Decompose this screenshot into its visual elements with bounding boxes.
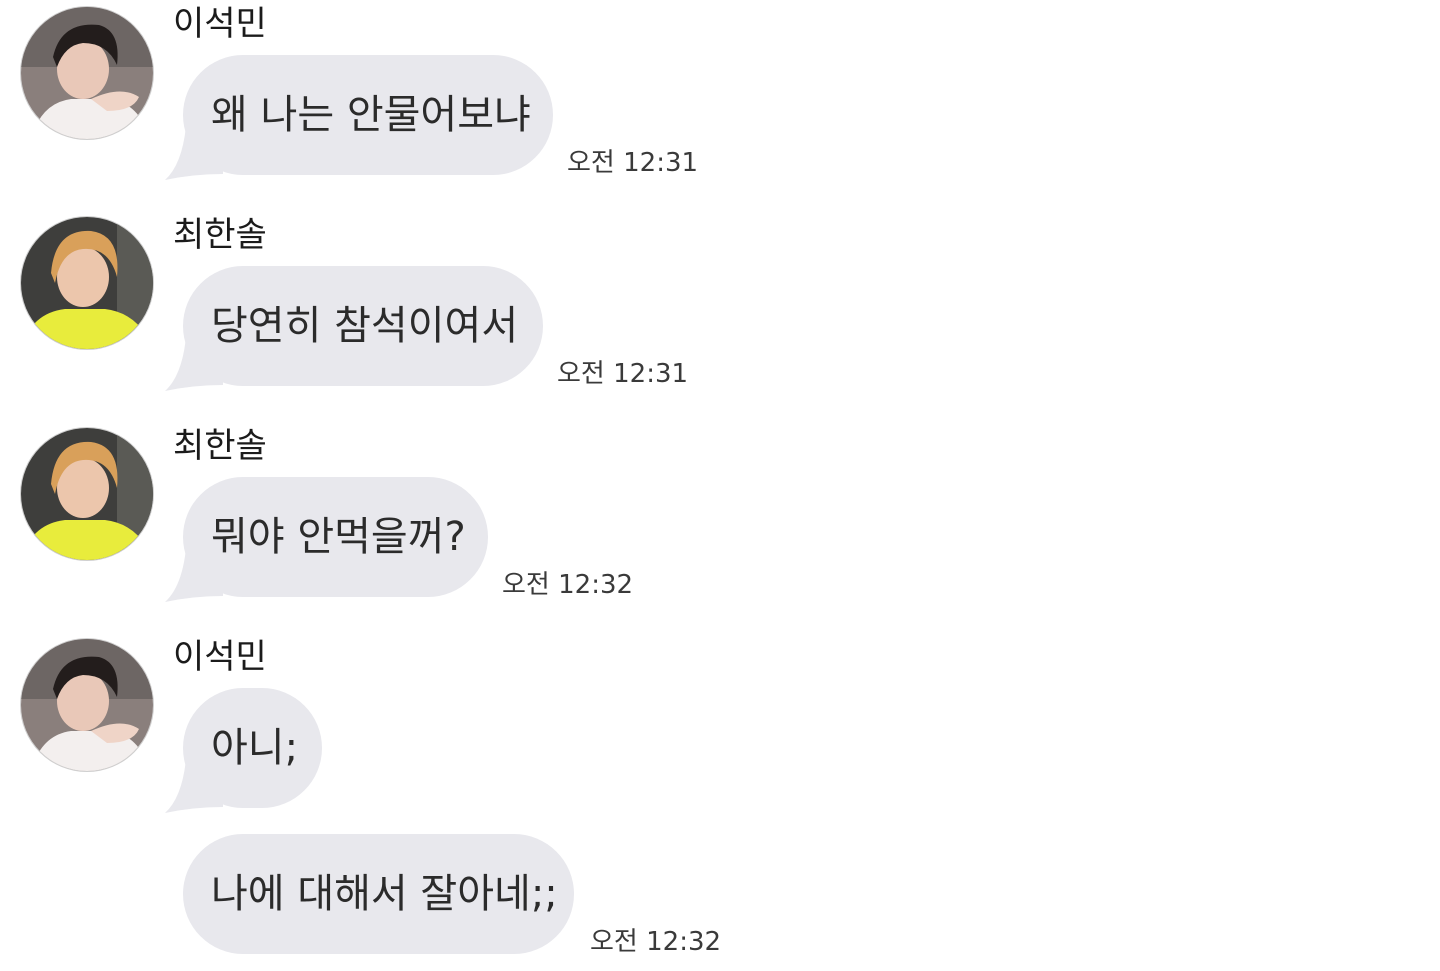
message-text: 나에 대해서 잘아네;; (211, 871, 558, 917)
sender-name: 이석민 (173, 637, 267, 677)
sender-name: 이석민 (173, 4, 267, 44)
message-bubble[interactable]: 당연히 참석이여서 (183, 266, 543, 386)
message-timestamp: 오전 12:32 (590, 927, 722, 957)
message-text: 당연히 참석이여서 (211, 303, 519, 349)
message-bubble[interactable]: 아니; (183, 688, 322, 808)
avatar-hansol[interactable] (21, 217, 153, 349)
avatar-seokmin[interactable] (21, 639, 153, 771)
message-bubble[interactable]: 나에 대해서 잘아네;; (183, 834, 574, 954)
message-text: 아니; (211, 725, 299, 771)
message-text: 뭐야 안먹을꺼? (211, 514, 466, 560)
message-bubble[interactable]: 뭐야 안먹을꺼? (183, 477, 488, 597)
avatar-seokmin[interactable] (21, 7, 153, 139)
avatar-hansol[interactable] (21, 428, 153, 560)
message-timestamp: 오전 12:32 (502, 570, 634, 600)
sender-name: 최한솔 (173, 426, 267, 466)
message-bubble[interactable]: 왜 나는 안물어보냐 (183, 55, 553, 175)
sender-name: 최한솔 (173, 215, 267, 255)
chat-message-list: 이석민 왜 나는 안물어보냐 오전 12:31 최한솔 당연히 참석이여서 오전… (0, 0, 1440, 971)
message-timestamp: 오전 12:31 (567, 148, 699, 178)
message-text: 왜 나는 안물어보냐 (211, 92, 531, 138)
message-timestamp: 오전 12:31 (557, 359, 689, 389)
